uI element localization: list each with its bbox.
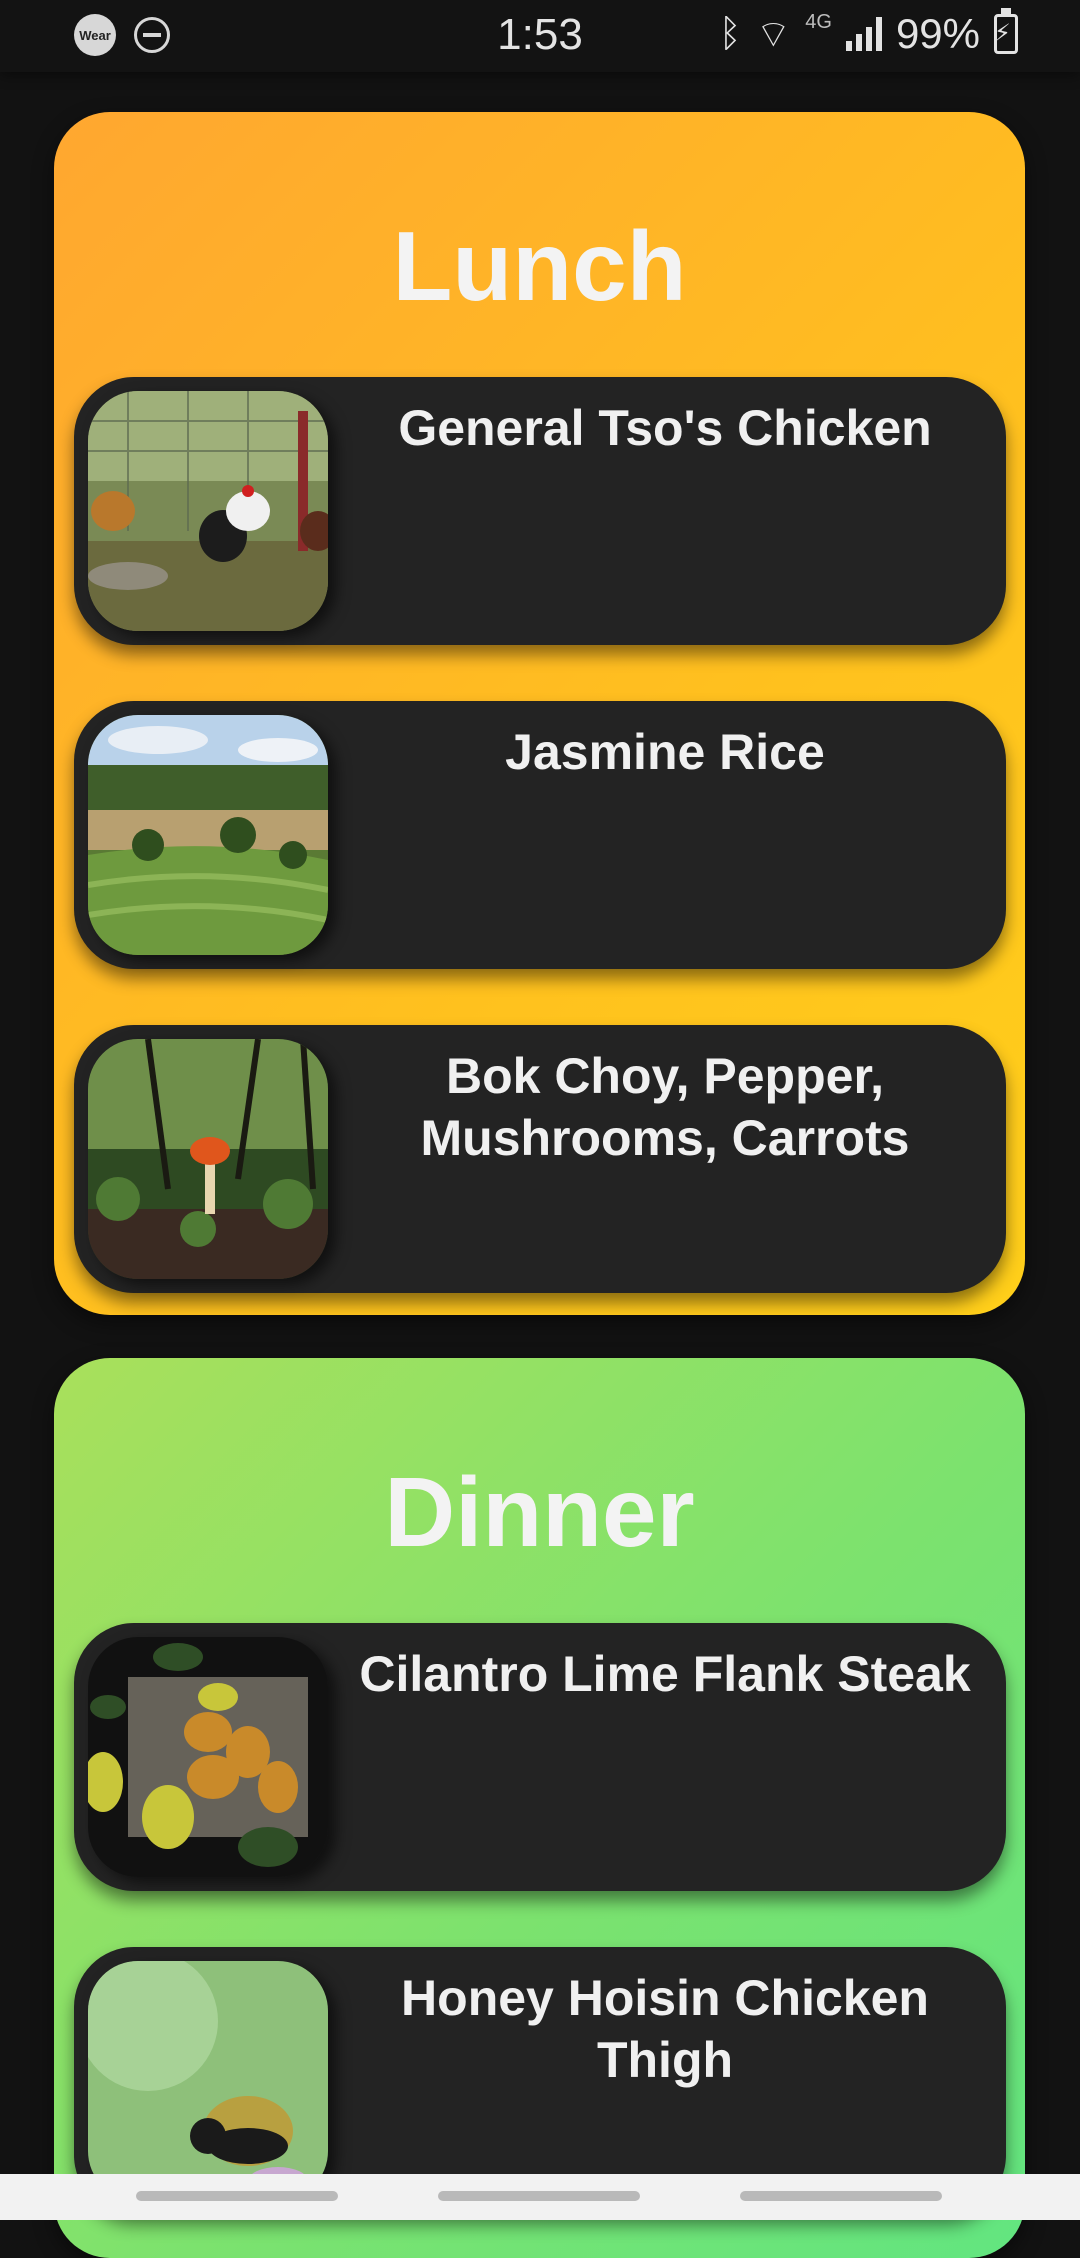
network-type-label: 4G <box>805 10 832 33</box>
nav-back-handle[interactable] <box>740 2191 942 2201</box>
meal-name: General Tso's Chicken <box>398 400 932 456</box>
section-title-lunch: Lunch <box>392 211 687 321</box>
battery-percent: 99% <box>895 10 980 57</box>
meal-name: Cilantro Lime Flank Steak <box>359 1646 971 1702</box>
lunch-section: Lunch General Tso's Chicken Jasmine Rice… <box>54 112 1025 1315</box>
nav-home-handle[interactable] <box>438 2191 640 2201</box>
bumblebee-photo <box>88 1961 328 2201</box>
section-title-dinner: Dinner <box>384 1457 695 1567</box>
meal-name: Jasmine Rice <box>505 724 825 780</box>
meal-name: Bok Choy, Pepper, Mushrooms, Carrots <box>420 1048 910 1166</box>
battery-charging-icon <box>994 8 1018 54</box>
meal-card[interactable]: Bok Choy, Pepper, Mushrooms, Carrots <box>74 1025 1006 1293</box>
nav-recents-handle[interactable] <box>136 2191 338 2201</box>
status-right: ᛒ ⌔ 4G 99% <box>718 8 1018 58</box>
meal-card[interactable]: Jasmine Rice <box>74 701 1006 969</box>
status-bar: Wear 1:53 ᛒ ⌔ 4G 99% <box>0 0 1080 72</box>
mushroom-forest-photo <box>88 1039 328 1279</box>
signal-icon <box>845 17 882 51</box>
navigation-bar <box>0 2174 1080 2220</box>
rice-terrace-photo <box>88 715 328 955</box>
meal-name: Honey Hoisin Chicken Thigh <box>401 1970 929 2088</box>
meal-card[interactable]: General Tso's Chicken <box>74 377 1006 645</box>
wifi-icon: ⌔ <box>755 14 792 56</box>
bluetooth-icon: ᛒ <box>718 12 742 55</box>
dinner-section: Dinner Cilantro Lime Flank Steak Honey H… <box>54 1358 1025 2258</box>
chickens-photo <box>88 391 328 631</box>
citrus-fruit-photo <box>88 1637 328 1877</box>
meal-card[interactable]: Cilantro Lime Flank Steak <box>74 1623 1006 1891</box>
